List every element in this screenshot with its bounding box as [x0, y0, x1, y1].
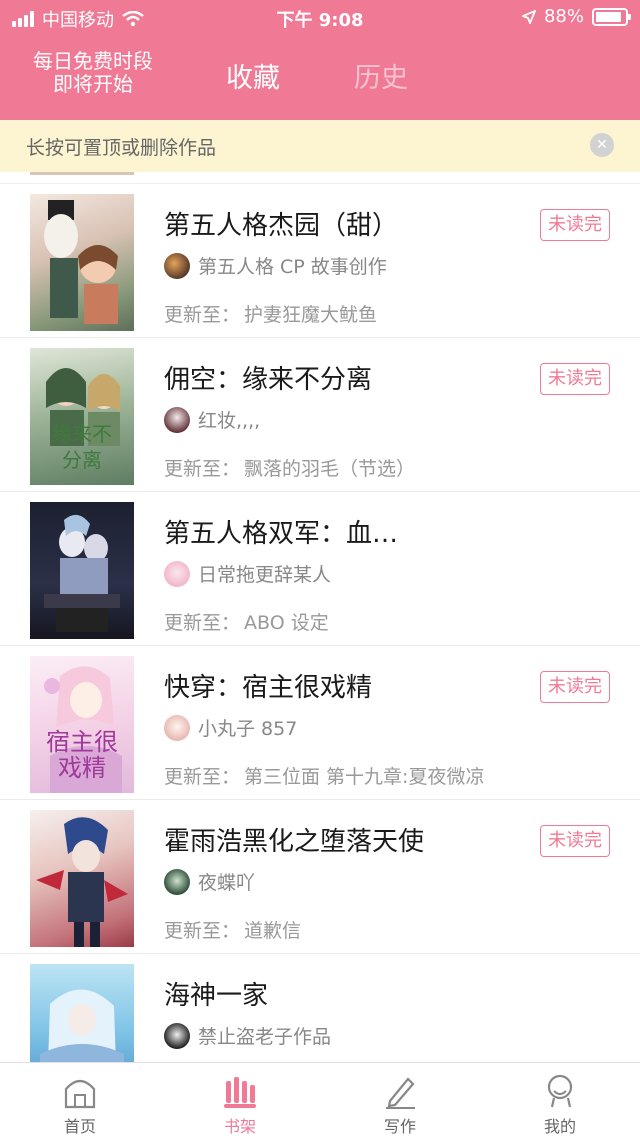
partial-list-item	[0, 172, 640, 184]
book-cover	[30, 194, 134, 331]
book-title: 第五人格双军：血…	[164, 519, 399, 549]
book-cover	[30, 964, 134, 1062]
latest-update: 更新至： 护妻狂魔大鱿鱼	[164, 300, 377, 327]
list-item[interactable]: 第五人格杰园（甜） 未读完 第五人格 CP 故事创作 更新至： 护妻狂魔大鱿鱼	[0, 184, 640, 338]
avatar	[164, 560, 190, 587]
bottom-tab-bar: 首页 书架 写作 我的	[0, 1062, 640, 1139]
update-label: 更新至：	[164, 766, 241, 788]
list-item[interactable]: 宿主很戏精 快穿：宿主很戏精 未读完 小丸子 857 更新至： 第三位面 第十九章…	[0, 646, 640, 800]
location-icon	[521, 9, 536, 24]
tab-home[interactable]: 首页	[0, 1063, 160, 1139]
tab-label: 写作	[383, 1117, 416, 1136]
tab-label: 我的	[543, 1117, 576, 1136]
tab-bookshelf[interactable]: 书架	[160, 1063, 320, 1139]
unread-badge: 未读完	[540, 825, 610, 857]
book-author: 红妆,,,,	[164, 406, 260, 433]
battery-icon	[592, 7, 631, 26]
close-icon[interactable]: ✕	[590, 133, 614, 157]
book-title: 佣空：缘来不分离	[164, 365, 373, 395]
book-author: 日常拖更辞某人	[164, 560, 331, 587]
cover-text: 宿主很戏精	[46, 728, 118, 782]
book-title: 快穿：宿主很戏精	[164, 673, 373, 703]
book-author: 小丸子 857	[164, 714, 297, 741]
author-name: 禁止盗老子作品	[198, 1026, 332, 1048]
promo-line: 即将开始	[53, 72, 133, 96]
book-cover: 缘来不分离	[30, 348, 134, 485]
notice-bar: 长按可置顶或删除作品	[0, 120, 640, 172]
app-header: 中国移动 下午 9:08 88% 每日免费时段 即将开始 收藏 历史	[0, 0, 640, 120]
status-bar: 中国移动 下午 9:08 88%	[0, 0, 640, 36]
tab-history[interactable]: 历史	[354, 56, 408, 95]
pen-icon	[386, 1077, 415, 1109]
battery-percent: 88%	[543, 6, 584, 27]
latest-update: 更新至： 飘落的羽毛（节选）	[164, 454, 415, 481]
profile-icon	[547, 1074, 573, 1108]
update-chapter: 道歉信	[244, 920, 302, 942]
avatar	[164, 714, 190, 741]
book-title: 第五人格杰园（甜）	[164, 211, 399, 241]
book-cover	[30, 502, 134, 639]
update-chapter: 飘落的羽毛（节选）	[244, 458, 416, 480]
book-title: 霍雨浩黑化之堕落天使	[164, 827, 425, 857]
list-item[interactable]: 霍雨浩黑化之堕落天使 未读完 夜蝶吖 更新至： 道歉信	[0, 800, 640, 954]
book-author: 夜蝶吖	[164, 868, 255, 895]
notice-text: 长按可置顶或删除作品	[26, 137, 217, 159]
promo-line: 每日免费时段	[33, 49, 153, 73]
author-name: 日常拖更辞某人	[198, 564, 332, 586]
tab-write[interactable]: 写作	[320, 1063, 480, 1139]
book-title: 海神一家	[164, 981, 269, 1011]
tab-favorites[interactable]: 收藏	[226, 56, 280, 95]
avatar	[164, 1022, 190, 1049]
update-label: 更新至：	[164, 612, 241, 634]
unread-badge: 未读完	[540, 363, 610, 395]
latest-update: 更新至： 第三位面 第十九章:夏夜微凉	[164, 762, 484, 789]
book-author: 禁止盗老子作品	[164, 1022, 331, 1049]
unread-badge: 未读完	[540, 209, 610, 241]
book-cover	[30, 810, 134, 947]
tab-label: 书架	[223, 1117, 256, 1136]
bookshelf-list: 第五人格杰园（甜） 未读完 第五人格 CP 故事创作 更新至： 护妻狂魔大鱿鱼 缘…	[0, 172, 640, 1062]
book-cover: 宿主很戏精	[30, 656, 134, 793]
unread-badge: 未读完	[540, 671, 610, 703]
tab-profile[interactable]: 我的	[480, 1063, 640, 1139]
author-name: 第五人格 CP 故事创作	[198, 256, 387, 278]
author-name: 红妆,,,,	[198, 410, 261, 432]
list-item[interactable]: 缘来不分离 佣空：缘来不分离 未读完 红妆,,,, 更新至： 飘落的羽毛（节选）	[0, 338, 640, 492]
latest-update: 更新至： 道歉信	[164, 916, 301, 943]
update-label: 更新至：	[164, 458, 241, 480]
home-icon	[64, 1079, 96, 1109]
update-chapter: 第三位面 第十九章:夏夜微凉	[244, 766, 485, 788]
list-item[interactable]: 第五人格双军：血… 日常拖更辞某人 更新至： ABO 设定	[0, 492, 640, 646]
author-name: 夜蝶吖	[198, 872, 256, 894]
free-period-promo[interactable]: 每日免费时段 即将开始	[20, 50, 166, 96]
list-item[interactable]: 海神一家 禁止盗老子作品	[0, 954, 640, 1062]
update-chapter: ABO 设定	[244, 612, 329, 634]
book-author: 第五人格 CP 故事创作	[164, 252, 387, 279]
latest-update: 更新至： ABO 设定	[164, 608, 329, 635]
bookshelf-icon	[224, 1077, 256, 1108]
update-chapter: 护妻狂魔大鱿鱼	[244, 304, 378, 326]
avatar	[164, 252, 190, 279]
avatar	[164, 406, 190, 433]
tab-label: 首页	[63, 1117, 96, 1136]
author-name: 小丸子 857	[198, 718, 298, 740]
update-label: 更新至：	[164, 304, 241, 326]
update-label: 更新至：	[164, 920, 241, 942]
cover-text: 缘来不分离	[52, 422, 112, 472]
avatar	[164, 868, 190, 895]
